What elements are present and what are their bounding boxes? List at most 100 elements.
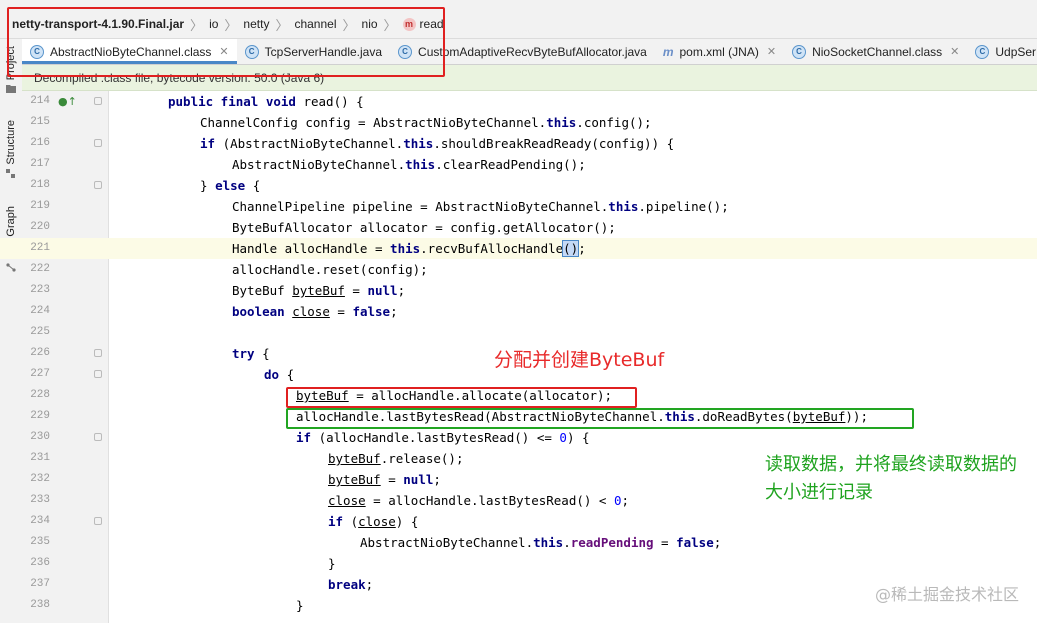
annotation-read-record: 读取数据，并将最终读取数据的大小进行记录 (765, 454, 1017, 503)
breadcrumb-separator-icon: 〉 (190, 17, 204, 33)
tab-tcp-server-handle[interactable]: C TcpServerHandle.java (237, 39, 390, 64)
tab-label: NioSocketChannel.class (812, 44, 943, 59)
code-line: 236 } (0, 553, 1037, 574)
fold-marker-icon[interactable] (94, 370, 102, 378)
code-text: } (296, 598, 304, 613)
line-number: 229 (30, 410, 50, 422)
code-text: ByteBuf byteBuf = null; (232, 283, 406, 298)
code-line: 234 if (close) { (0, 511, 1037, 532)
code-text: if (close) { (328, 514, 419, 529)
code-text: byteBuf.release(); (328, 451, 464, 466)
line-number: 232 (30, 473, 50, 485)
line-number: 238 (30, 599, 50, 611)
code-text: ByteBufAllocator allocator = config.getA… (232, 220, 616, 235)
fold-marker-icon[interactable] (94, 139, 102, 147)
close-icon[interactable]: ✕ (219, 45, 228, 58)
breadcrumb-method-label: read (419, 17, 444, 31)
line-number: 222 (30, 263, 50, 275)
breadcrumb-channel[interactable]: channel (294, 17, 336, 31)
class-icon: C (398, 44, 413, 59)
code-line: 217 AbstractNioByteChannel.this.clearRea… (0, 154, 1037, 175)
line-number: 218 (30, 179, 50, 191)
breadcrumb-jar[interactable]: netty-transport-4.1.90.Final.jar (0, 17, 184, 31)
code-line-current: 221 Handle allocHandle = this.recvBufAll… (0, 238, 1037, 259)
highlight-box-allocate (286, 387, 637, 408)
line-number: 216 (30, 137, 50, 149)
code-line: 218 } else { (0, 175, 1037, 196)
line-number: 235 (30, 536, 50, 548)
code-line: 220 ByteBufAllocator allocator = config.… (0, 217, 1037, 238)
class-icon: C (244, 44, 259, 59)
line-number: 223 (30, 284, 50, 296)
breadcrumb-io[interactable]: io (209, 17, 218, 31)
code-line: 225 (0, 322, 1037, 343)
class-icon: C (792, 44, 807, 59)
code-line: 215 ChannelConfig config = AbstractNioBy… (0, 112, 1037, 133)
text-caret: () (562, 240, 580, 257)
line-number: 224 (30, 305, 50, 317)
breadcrumb-netty[interactable]: netty (243, 17, 269, 31)
code-text: if (AbstractNioByteChannel.this.shouldBr… (200, 136, 675, 151)
code-text: close = allocHandle.lastBytesRead() < 0; (328, 493, 630, 508)
tab-label: pom.xml (JNA) (679, 44, 759, 59)
breadcrumb-method[interactable]: m read (402, 17, 444, 31)
code-text: AbstractNioByteChannel.this.clearReadPen… (232, 157, 586, 172)
highlight-box-read-bytes (286, 408, 914, 429)
fold-marker-icon[interactable] (94, 517, 102, 525)
toolbar-strip (22, 0, 1037, 10)
tab-label: AbstractNioByteChannel.class (50, 44, 212, 59)
code-text: break; (328, 577, 374, 592)
line-number: 230 (30, 431, 50, 443)
annotation-allocate: 分配并创建ByteBuf (494, 349, 665, 371)
code-text: if (allocHandle.lastBytesRead() <= 0) { (296, 430, 590, 445)
code-text: public final void read() { (168, 94, 364, 109)
method-icon: m (402, 17, 416, 31)
watermark: @稀土掘金技术社区 (874, 585, 1019, 604)
project-tab-label: Project (5, 46, 17, 81)
breadcrumb-separator-icon: 〉 (275, 17, 289, 33)
code-text: ChannelConfig config = AbstractNioByteCh… (200, 115, 652, 130)
line-number: 234 (30, 515, 50, 527)
code-text: boolean close = false; (232, 304, 398, 319)
maven-icon: m (662, 44, 674, 59)
code-text: } else { (200, 178, 261, 193)
decompiled-banner: Decompiled .class file, bytecode version… (22, 65, 1037, 91)
close-icon[interactable]: ✕ (767, 45, 776, 58)
fold-marker-icon[interactable] (94, 97, 102, 105)
code-line: 224 boolean close = false; (0, 301, 1037, 322)
tab-nio-socket-channel[interactable]: C NioSocketChannel.class ✕ (784, 39, 967, 64)
code-text: try { (232, 346, 270, 361)
tab-abstract-nio-byte-channel[interactable]: C AbstractNioByteChannel.class ✕ (22, 39, 237, 64)
line-number: 226 (30, 347, 50, 359)
editor-tabs: C AbstractNioByteChannel.class ✕ C TcpSe… (22, 39, 1037, 65)
close-icon[interactable]: ✕ (950, 45, 959, 58)
breadcrumb-nio[interactable]: nio (362, 17, 378, 31)
tab-custom-adaptive-allocator[interactable]: C CustomAdaptiveRecvByteBufAllocator.jav… (390, 39, 655, 64)
line-number: 219 (30, 200, 50, 212)
breadcrumb-separator-icon: 〉 (383, 17, 397, 33)
code-text: Handle allocHandle = this.recvBufAllocHa… (232, 240, 586, 257)
fold-marker-icon[interactable] (94, 433, 102, 441)
fold-marker-icon[interactable] (94, 181, 102, 189)
line-number: 225 (30, 326, 50, 338)
line-number: 217 (30, 158, 50, 170)
code-text: } (328, 556, 336, 571)
line-number: 228 (30, 389, 50, 401)
breadcrumb-separator-icon: 〉 (342, 17, 356, 33)
class-icon: C (975, 44, 990, 59)
project-tool-tab[interactable]: Project (3, 46, 19, 94)
tab-udp-server[interactable]: C UdpSer (967, 39, 1037, 64)
line-number: 237 (30, 578, 50, 590)
override-marker-icon[interactable]: ●↑ (58, 91, 77, 112)
tab-label: CustomAdaptiveRecvByteBufAllocator.java (418, 44, 647, 59)
code-line: 219 ChannelPipeline pipeline = AbstractN… (0, 196, 1037, 217)
fold-marker-icon[interactable] (94, 349, 102, 357)
code-text: ChannelPipeline pipeline = AbstractNioBy… (232, 199, 729, 214)
tab-label: UdpSer (995, 44, 1037, 59)
code-text: allocHandle.reset(config); (232, 262, 428, 277)
tab-pom-xml[interactable]: m pom.xml (JNA) ✕ (655, 39, 784, 64)
code-line: 235 AbstractNioByteChannel.this.readPend… (0, 532, 1037, 553)
code-line: 223 ByteBuf byteBuf = null; (0, 280, 1037, 301)
line-number: 220 (30, 221, 50, 233)
line-number: 236 (30, 557, 50, 569)
